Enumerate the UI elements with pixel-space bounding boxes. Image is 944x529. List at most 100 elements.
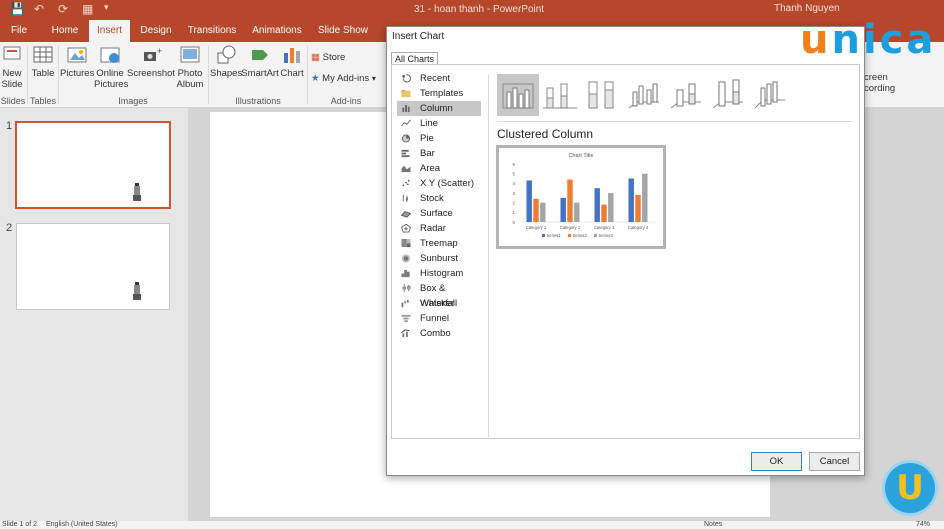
chart-type-label: Pie (420, 133, 434, 144)
chart-type-bar[interactable]: Bar (397, 146, 481, 161)
store-button[interactable]: ▦ Store (311, 52, 345, 63)
chart-type-label: Treemap (420, 238, 458, 249)
smartart-button[interactable]: SmartArt (241, 44, 279, 79)
chart-type-waterfall[interactable]: Waterfall (397, 296, 481, 311)
new-slide-button[interactable]: New Slide (0, 44, 24, 90)
chart-type-templates[interactable]: Templates (397, 86, 481, 101)
group-label-images: Images (118, 96, 148, 106)
chart-type-recent[interactable]: Recent (397, 71, 481, 86)
chart-type-line[interactable]: Line (397, 116, 481, 131)
chart-type-surface[interactable]: Surface (397, 206, 481, 221)
histogram-chart-icon (401, 269, 410, 278)
group-label-slides: Slides (0, 96, 26, 106)
shapes-icon (217, 45, 236, 64)
chart-type-funnel[interactable]: Funnel (397, 311, 481, 326)
svg-text:+: + (157, 46, 162, 56)
addins-icon: ★ (311, 73, 320, 84)
tab-file[interactable]: File (4, 20, 34, 42)
chart-type-combo[interactable]: Combo (397, 326, 481, 341)
screenshot-label: Screenshot (127, 68, 176, 79)
chart-type-treemap[interactable]: Treemap (397, 236, 481, 251)
tab-design[interactable]: Design (134, 20, 178, 42)
y-tick-label: 2 (512, 200, 515, 205)
online-pictures-button[interactable]: Online Pictures (94, 44, 128, 90)
zoom-level[interactable]: 74% (916, 521, 930, 528)
combo-chart-icon (401, 329, 410, 338)
line-chart-icon (401, 119, 411, 127)
chevron-down-icon: ▾ (371, 74, 376, 83)
y-tick-label: 0 (512, 220, 515, 225)
window-title: 31 - hoan thanh - PowerPoint (414, 4, 545, 15)
legend-swatch (542, 234, 545, 237)
3d-clustered-column-option[interactable] (623, 74, 665, 116)
slide-thumbnail-1[interactable] (15, 121, 171, 209)
chart-type-sunburst[interactable]: Sunburst (397, 251, 481, 266)
tab-slide-show[interactable]: Slide Show (314, 20, 372, 42)
slide-info: Slide 1 of 2 (2, 521, 38, 528)
shapes-button[interactable]: Shapes (210, 44, 242, 79)
group-label-illustrations: Illustrations (235, 96, 281, 106)
3d-stacked-column-option[interactable] (665, 74, 707, 116)
stacked-column-option[interactable] (539, 74, 581, 116)
new-slide-icon (3, 46, 21, 60)
notes-button[interactable]: Notes (704, 521, 722, 528)
3d-column-option[interactable] (749, 74, 791, 116)
ok-button[interactable]: OK (751, 452, 802, 471)
chart-button[interactable]: Chart (279, 44, 305, 79)
dialog-title: Insert Chart (392, 31, 445, 42)
group-separator (208, 46, 209, 104)
tab-animations[interactable]: Animations (248, 20, 306, 42)
photo-album-label: Photo Album (176, 68, 204, 90)
insert-chart-dialog: Insert Chart All Charts Recent Templates C… (386, 26, 865, 476)
chart-type-label: Sunburst (420, 253, 459, 264)
chart-type-label: X Y (Scatter) (420, 178, 475, 189)
chart-type-label: Surface (420, 208, 453, 219)
percent-stacked-column-option[interactable] (581, 74, 623, 116)
chart-type-label: Bar (420, 148, 435, 159)
radar-chart-icon (401, 224, 411, 233)
screen-recording-button[interactable]: creen cording (864, 72, 895, 94)
chart-type-x-y-scatter[interactable]: X Y (Scatter) (397, 176, 481, 191)
chart-preview[interactable]: Chart Title 0 1 2 3 4 5 6 Category 1 Category 2 Ca… (496, 145, 666, 249)
3d-percent-stacked-column-option[interactable] (707, 74, 749, 116)
lamp-image (133, 282, 141, 300)
start-presentation-icon[interactable]: ▦ (82, 2, 93, 16)
chart-type-stock[interactable]: Stock (397, 191, 481, 206)
tab-home[interactable]: Home (46, 20, 84, 42)
screenshot-button[interactable]: + Screenshot (127, 44, 175, 79)
chart-type-area[interactable]: Area (397, 161, 481, 176)
chart-type-pie[interactable]: Pie (397, 131, 481, 146)
store-label: Store (322, 52, 346, 63)
slide-thumbnail-2[interactable] (16, 223, 170, 310)
chart-type-histogram[interactable]: Histogram (397, 266, 481, 281)
surface-chart-icon (401, 211, 411, 218)
cancel-button[interactable]: Cancel (809, 452, 860, 471)
scatter-chart-icon (402, 179, 410, 187)
pie-chart-icon (401, 134, 411, 143)
chart-type-column[interactable]: Column (397, 101, 481, 116)
chart-type-box-whisker[interactable]: Box & Whisker (397, 281, 481, 309)
pictures-button[interactable]: Pictures (60, 44, 94, 79)
chart-title: Chart Title (568, 153, 593, 159)
waterfall-chart-icon (401, 299, 409, 308)
customize-qat-icon[interactable]: ▾ (104, 2, 109, 13)
tab-insert[interactable]: Insert (89, 20, 130, 42)
language-status[interactable]: English (United States) (46, 521, 118, 528)
table-button[interactable]: Table (30, 44, 56, 79)
bar-chart-icon (401, 149, 410, 158)
redo-icon[interactable]: ⟳ (58, 2, 68, 16)
list-divider (488, 75, 489, 437)
save-icon[interactable]: 💾 (10, 2, 25, 16)
undo-icon[interactable]: ↶ (34, 2, 44, 16)
x-tick-label: Category 2 (560, 225, 581, 230)
slide-number: 1 (6, 120, 13, 132)
tab-transitions[interactable]: Transitions (184, 20, 240, 42)
photo-album-button[interactable]: Photo Album (173, 44, 207, 90)
my-addins-label: My Add-ins (322, 73, 370, 84)
chart-type-radar[interactable]: Radar (397, 221, 481, 236)
user-name[interactable]: Thanh Nguyen (774, 3, 840, 14)
treemap-chart-icon (401, 239, 411, 248)
clustered-column-option[interactable] (497, 74, 539, 116)
my-addins-button[interactable]: ★ My Add-ins ▾ (311, 73, 376, 84)
chart-label: Chart (280, 68, 304, 79)
